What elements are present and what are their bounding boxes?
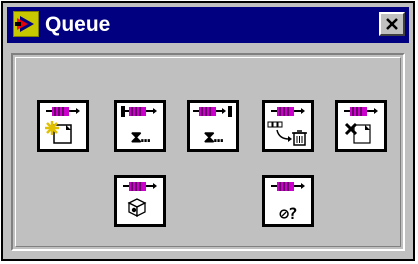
flush-queue-button[interactable] [262,100,314,152]
hourglass-label: ⧗… [203,127,224,146]
release-queue-icon [344,107,378,144]
close-button[interactable] [379,12,405,36]
obtain-queue-icon [45,107,80,144]
obtain-queue-button[interactable] [37,100,89,152]
enqueue-element-at-opposite-end-button[interactable]: ⧗… [114,100,166,152]
labview-vi-icon [13,11,39,37]
palette-panel [11,53,405,251]
flush-queue-icon [267,107,307,146]
enqueue-element-button[interactable]: ⧗… [187,100,239,152]
window-title: Queue [45,13,111,36]
queue-palette-window: Queue ⧗… ⧗… ⊘? [1,1,415,261]
get-queue-status-button[interactable]: ⊘? [262,175,314,227]
preview-queue-element-button[interactable] [114,175,166,227]
preview-queue-element-icon [123,182,157,218]
hourglass-label: ⧗… [130,127,151,146]
release-queue-button[interactable] [335,100,387,152]
status-label: ⊘? [279,204,297,223]
title-bar[interactable]: Queue [7,7,409,43]
close-icon [386,18,398,30]
